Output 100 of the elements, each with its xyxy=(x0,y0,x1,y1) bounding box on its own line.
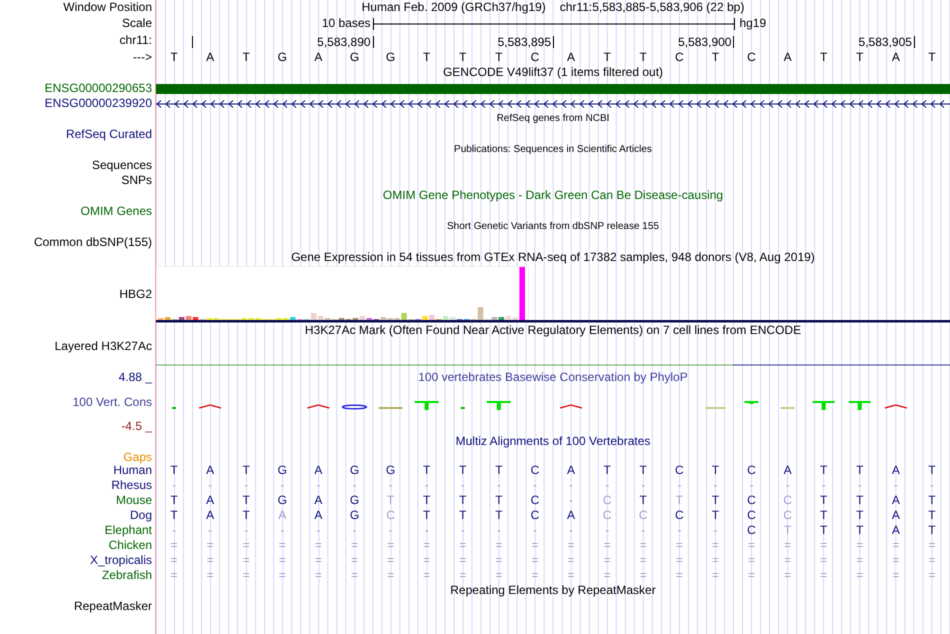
base-letter: T xyxy=(638,493,648,508)
track-label[interactable]: Common dbSNP(155) xyxy=(34,235,152,249)
base-letter: = xyxy=(386,538,396,553)
base-letter: = xyxy=(710,568,720,583)
species-label[interactable]: Dog xyxy=(130,508,152,522)
base-letter: - xyxy=(351,523,358,538)
base-letter: C xyxy=(674,463,685,478)
base-letter: = xyxy=(458,553,468,568)
base-letter: = xyxy=(819,553,828,568)
position-text[interactable]: chr11:5,583,885-5,583,906 (22 bp) xyxy=(560,0,744,16)
base-letter: C xyxy=(746,493,757,508)
base-letter: - xyxy=(424,523,430,538)
base-letter: C xyxy=(638,508,649,523)
base-letter: T xyxy=(819,493,828,508)
track-label[interactable]: ENSG00000290653 xyxy=(44,81,152,95)
base-letter: = xyxy=(242,553,251,568)
base-letter: C xyxy=(674,508,685,523)
base-letter: = xyxy=(350,553,359,568)
base-letter: - xyxy=(820,478,827,493)
base-letter: - xyxy=(568,478,574,493)
track-label[interactable]: RefSeq Curated xyxy=(66,127,152,141)
track-label[interactable]: 100 Vert. Cons xyxy=(72,394,152,410)
species-label[interactable]: Zebrafish xyxy=(102,568,152,582)
base-letter: = xyxy=(674,553,684,568)
base-letter: T xyxy=(494,50,504,65)
species-label[interactable]: X_tropicalis xyxy=(90,553,152,567)
base-letter: A xyxy=(782,463,793,478)
base-letter: T xyxy=(855,508,864,523)
base-letter: - xyxy=(496,478,502,493)
species-label[interactable]: Human xyxy=(113,463,152,477)
track-label: Scale xyxy=(122,16,152,30)
track-title: H3K27Ac Mark (Often Found Near Active Regulatory Elements) on 7 cell lines from ENCODE xyxy=(304,323,802,339)
axis-max-label: 4.88 _ xyxy=(118,370,152,385)
base-letter: = xyxy=(927,553,936,568)
track-label[interactable]: RepeatMasker xyxy=(74,599,152,613)
base-letter: T xyxy=(494,463,504,478)
base-letter: = xyxy=(530,568,540,583)
base-letter: C xyxy=(530,493,540,508)
base-letter: A xyxy=(205,508,216,523)
base-letter: - xyxy=(568,523,574,538)
track-label[interactable]: HBG2 xyxy=(119,287,152,301)
base-letter: - xyxy=(171,478,178,493)
base-letter: - xyxy=(748,478,754,493)
base-letter: = xyxy=(602,568,612,583)
base-letter: = xyxy=(206,553,215,568)
track-subtitle: Short Genetic Variants from dbSNP release 155 xyxy=(447,220,659,234)
base-letter: A xyxy=(205,50,216,65)
track-label[interactable]: Layered H3K27Ac xyxy=(54,339,152,353)
base-letter: C xyxy=(746,50,757,65)
base-letter: T xyxy=(710,463,720,478)
base-letter: A xyxy=(205,463,216,478)
base-letter: T xyxy=(494,493,504,508)
base-letter: T xyxy=(422,508,432,523)
track-label[interactable]: SNPs xyxy=(121,173,152,187)
base-letter: = xyxy=(458,568,468,583)
base-letter: = xyxy=(206,568,215,583)
base-letter: - xyxy=(928,478,935,493)
base-letter: T xyxy=(927,463,937,478)
track-label: chr11: xyxy=(120,33,152,47)
base-letter: = xyxy=(710,538,720,553)
base-letter: - xyxy=(243,478,250,493)
species-label[interactable]: Rhesus xyxy=(111,478,152,492)
base-letter: C xyxy=(602,508,612,523)
base-letter: = xyxy=(927,538,936,553)
base-letter: T xyxy=(674,493,684,508)
base-letter: A xyxy=(782,50,793,65)
axis-min-label: -4.5 _ xyxy=(121,419,152,434)
base-letter: = xyxy=(819,538,828,553)
base-letter: A xyxy=(205,493,216,508)
track-label[interactable]: ENSG00000239920 xyxy=(44,96,152,110)
base-letter: C xyxy=(746,463,757,478)
base-letter: T xyxy=(927,508,937,523)
base-letter: C xyxy=(746,508,757,523)
species-label[interactable]: Mouse xyxy=(116,493,152,507)
base-letter: = xyxy=(674,568,684,583)
tick-label: 5,583,895 xyxy=(498,35,551,50)
base-letter: T xyxy=(638,50,648,65)
base-letter: = xyxy=(602,553,612,568)
species-label[interactable]: Elephant xyxy=(104,523,152,537)
base-letter: A xyxy=(566,463,576,478)
track-label[interactable]: OMIM Genes xyxy=(80,204,152,218)
base-letter: T xyxy=(169,50,179,65)
base-letter: - xyxy=(279,523,286,538)
species-label[interactable]: Chicken xyxy=(108,538,152,552)
base-letter: - xyxy=(604,523,610,538)
base-letter: A xyxy=(313,508,324,523)
base-letter: G xyxy=(348,493,360,508)
base-letter: - xyxy=(856,478,863,493)
tick-mark xyxy=(372,36,374,48)
base-letter: - xyxy=(460,523,466,538)
base-letter: = xyxy=(638,553,648,568)
base-letter: C xyxy=(530,508,540,523)
base-letter: = xyxy=(746,538,756,553)
base-letter: = xyxy=(314,538,323,553)
base-letter: T xyxy=(855,493,864,508)
track-label[interactable]: Sequences xyxy=(92,158,152,172)
base-letter: = xyxy=(891,553,900,568)
base-letter: - xyxy=(532,478,538,493)
base-letter: G xyxy=(276,50,288,65)
base-letter: - xyxy=(676,523,682,538)
